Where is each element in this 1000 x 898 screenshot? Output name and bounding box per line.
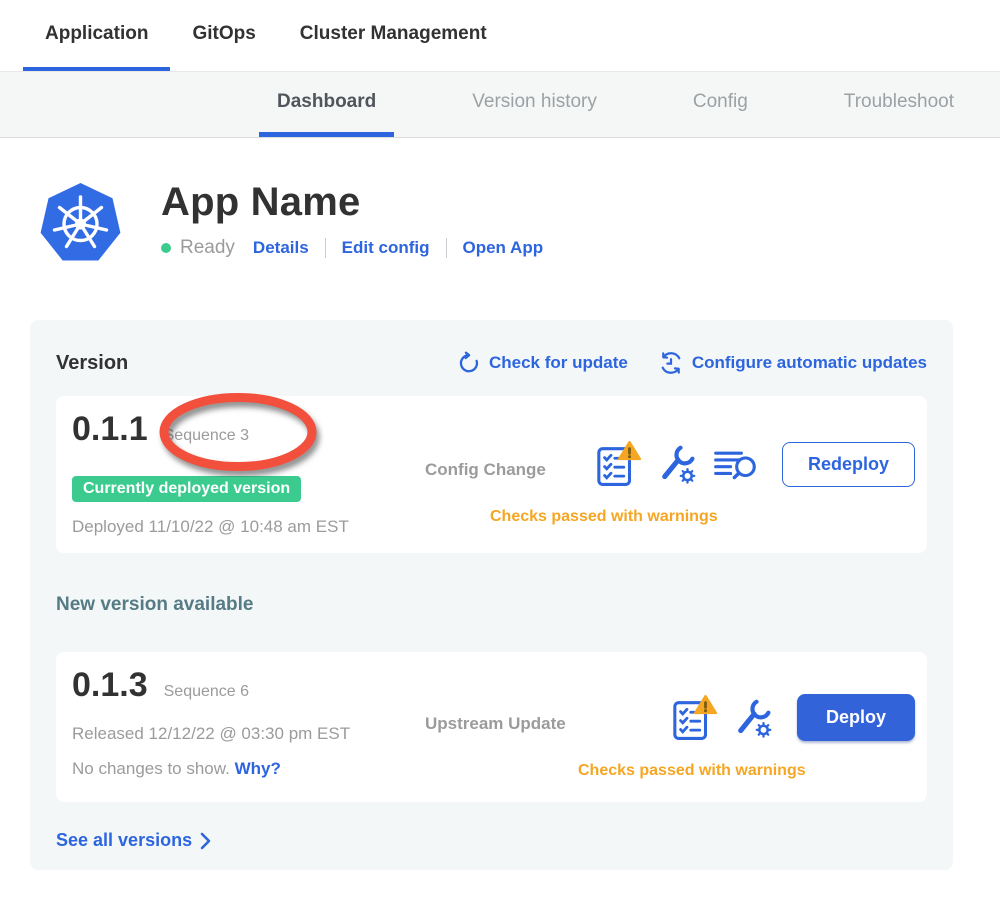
divider <box>446 238 447 258</box>
tab-config[interactable]: Config <box>675 72 766 137</box>
view-diff-icon[interactable] <box>713 445 759 483</box>
tab-dashboard[interactable]: Dashboard <box>259 72 394 137</box>
app-sub-navigation: Dashboard Version history Config Trouble… <box>0 72 1000 138</box>
tab-gitops[interactable]: GitOps <box>170 0 277 71</box>
see-all-versions-link[interactable]: See all versions <box>56 830 927 851</box>
no-changes-label: No changes to show. <box>72 759 230 778</box>
current-version-card: 0.1.1 Sequence 3 Currently deployed vers… <box>56 396 927 553</box>
details-link[interactable]: Details <box>253 238 309 258</box>
check-for-update-button[interactable]: Check for update <box>457 351 628 375</box>
current-sequence-label: Sequence 3 <box>164 427 249 445</box>
redeploy-button[interactable]: Redeploy <box>782 442 915 487</box>
deployed-status-badge: Currently deployed version <box>72 476 301 502</box>
check-for-update-label: Check for update <box>489 353 628 373</box>
tab-cluster-management[interactable]: Cluster Management <box>278 0 509 71</box>
schedule-icon <box>658 350 684 376</box>
preflight-checks-icon[interactable] <box>671 695 717 741</box>
preflight-warning-text: Checks passed with warnings <box>578 762 806 780</box>
app-header: App Name Ready Details Edit config Open … <box>38 180 1000 270</box>
chevron-right-icon <box>200 832 211 850</box>
tab-version-history[interactable]: Version history <box>454 72 615 137</box>
refresh-icon <box>457 351 481 375</box>
divider <box>325 238 326 258</box>
config-wrench-icon[interactable] <box>732 697 774 739</box>
current-version-number: 0.1.1 <box>72 410 148 449</box>
deploy-button[interactable]: Deploy <box>797 694 915 741</box>
version-source-label: Config Change <box>425 460 546 480</box>
kubernetes-logo <box>38 180 123 270</box>
deployed-timestamp: Deployed 11/10/22 @ 10:48 am EST <box>72 517 349 537</box>
see-all-versions-label: See all versions <box>56 830 192 851</box>
version-section: Version Check for update <box>30 320 953 870</box>
new-version-heading: New version available <box>56 594 927 616</box>
status-text: Ready <box>180 237 235 259</box>
available-version-number: 0.1.3 <box>72 666 148 705</box>
tab-troubleshoot[interactable]: Troubleshoot <box>826 72 972 137</box>
configure-automatic-updates-label: Configure automatic updates <box>692 353 927 373</box>
tab-application[interactable]: Application <box>23 0 170 71</box>
top-navigation: Application GitOps Cluster Management <box>0 0 1000 72</box>
available-sequence-label: Sequence 6 <box>164 683 249 701</box>
page-title: App Name <box>161 180 543 225</box>
version-source-label: Upstream Update <box>425 714 566 734</box>
version-section-title: Version <box>56 352 128 375</box>
status-ready-dot <box>161 243 171 253</box>
config-wrench-icon[interactable] <box>656 443 698 485</box>
why-link[interactable]: Why? <box>235 759 281 778</box>
available-version-card: 0.1.3 Sequence 6 Released 12/12/22 @ 03:… <box>56 652 927 802</box>
edit-config-link[interactable]: Edit config <box>342 238 430 258</box>
preflight-checks-icon[interactable] <box>595 441 641 487</box>
released-timestamp: Released 12/12/22 @ 03:30 pm EST <box>72 724 350 744</box>
configure-automatic-updates-button[interactable]: Configure automatic updates <box>658 350 927 376</box>
open-app-link[interactable]: Open App <box>463 238 544 258</box>
no-changes-text: No changes to show. Why? <box>72 759 281 779</box>
preflight-warning-text: Checks passed with warnings <box>490 508 718 526</box>
